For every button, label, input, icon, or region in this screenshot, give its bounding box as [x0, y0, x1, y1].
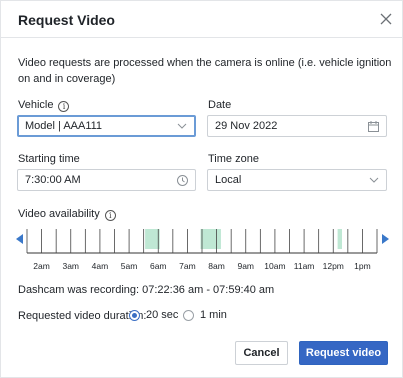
- duration-option-label: 20 sec: [146, 309, 179, 321]
- timeline-tick-label: 7am: [179, 261, 196, 271]
- duration-label: Requested video duration:: [18, 310, 147, 322]
- timeline-tick-label: 6am: [150, 261, 167, 271]
- time-zone-label: Time zone: [208, 153, 259, 165]
- availability-range[interactable]: [200, 229, 221, 249]
- duration-option-label: 1 min: [200, 309, 227, 321]
- video-availability-text: Video availability: [18, 208, 100, 220]
- request-video-dialog: Request Video Video requests are process…: [0, 0, 403, 378]
- timeline-tick-label: 2am: [33, 261, 50, 271]
- info-icon[interactable]: i: [58, 101, 70, 112]
- chevron-down-icon: [177, 117, 187, 135]
- timeline-tick-label: 1pm: [354, 261, 371, 271]
- timeline-tick-label: 8am: [208, 261, 225, 271]
- starting-time-value: 7:30:00 AM: [25, 174, 81, 186]
- close-icon[interactable]: [377, 10, 395, 28]
- availability-range[interactable]: [145, 229, 160, 249]
- header-divider: [1, 37, 403, 38]
- timeline-tick-label: 9am: [237, 261, 254, 271]
- chevron-down-icon: [369, 170, 379, 190]
- availability-timeline[interactable]: 2am 3am 4am 5am 6am 7am 8am 9am 10am 11am 12pm 1pm: [16, 225, 389, 275]
- starting-time-field[interactable]: 7:30:00 AM: [17, 169, 196, 191]
- time-zone-select[interactable]: Local: [207, 169, 387, 191]
- time-zone-value: Local: [215, 174, 242, 186]
- availability-range[interactable]: [337, 229, 342, 249]
- timeline-tick-label: 12pm: [323, 261, 344, 271]
- recording-info: Dashcam was recording: 07:22:36 am - 07:…: [18, 284, 275, 296]
- radio-unselected[interactable]: [183, 309, 194, 321]
- timeline-tick-label: 10am: [264, 261, 285, 271]
- vehicle-select[interactable]: Model | AAA111: [17, 115, 196, 137]
- timeline-tick-label: 5am: [121, 261, 138, 271]
- clock-icon[interactable]: [177, 170, 188, 190]
- radio-selected[interactable]: [129, 309, 140, 321]
- video-availability-label: Video availability i: [18, 208, 116, 221]
- vehicle-label: Vehicle i: [18, 99, 70, 112]
- timeline-tick-label: 3am: [62, 261, 79, 271]
- cancel-button[interactable]: Cancel: [235, 341, 288, 365]
- request-video-button[interactable]: Request video: [299, 341, 388, 365]
- calendar-icon[interactable]: [368, 116, 379, 136]
- starting-time-label: Starting time: [18, 153, 80, 165]
- timeline-tick-label: 11am: [294, 261, 315, 271]
- date-label: Date: [208, 99, 232, 111]
- vehicle-label-text: Vehicle: [18, 99, 54, 111]
- info-message: Video requests are processed when the ca…: [18, 57, 392, 85]
- dialog-title: Request Video: [18, 12, 115, 28]
- timeline-tick-label: 4am: [92, 261, 109, 271]
- duration-option-20sec[interactable]: 20 sec: [129, 309, 178, 321]
- vehicle-select-value: Model | AAA111: [25, 120, 103, 132]
- date-field-value: 29 Nov 2022: [215, 120, 278, 132]
- scroll-left-arrow[interactable]: [16, 234, 23, 244]
- scroll-right-arrow[interactable]: [382, 234, 389, 244]
- info-icon[interactable]: i: [104, 210, 116, 221]
- duration-option-1min[interactable]: 1 min: [183, 309, 227, 321]
- date-field[interactable]: 29 Nov 2022: [207, 115, 387, 137]
